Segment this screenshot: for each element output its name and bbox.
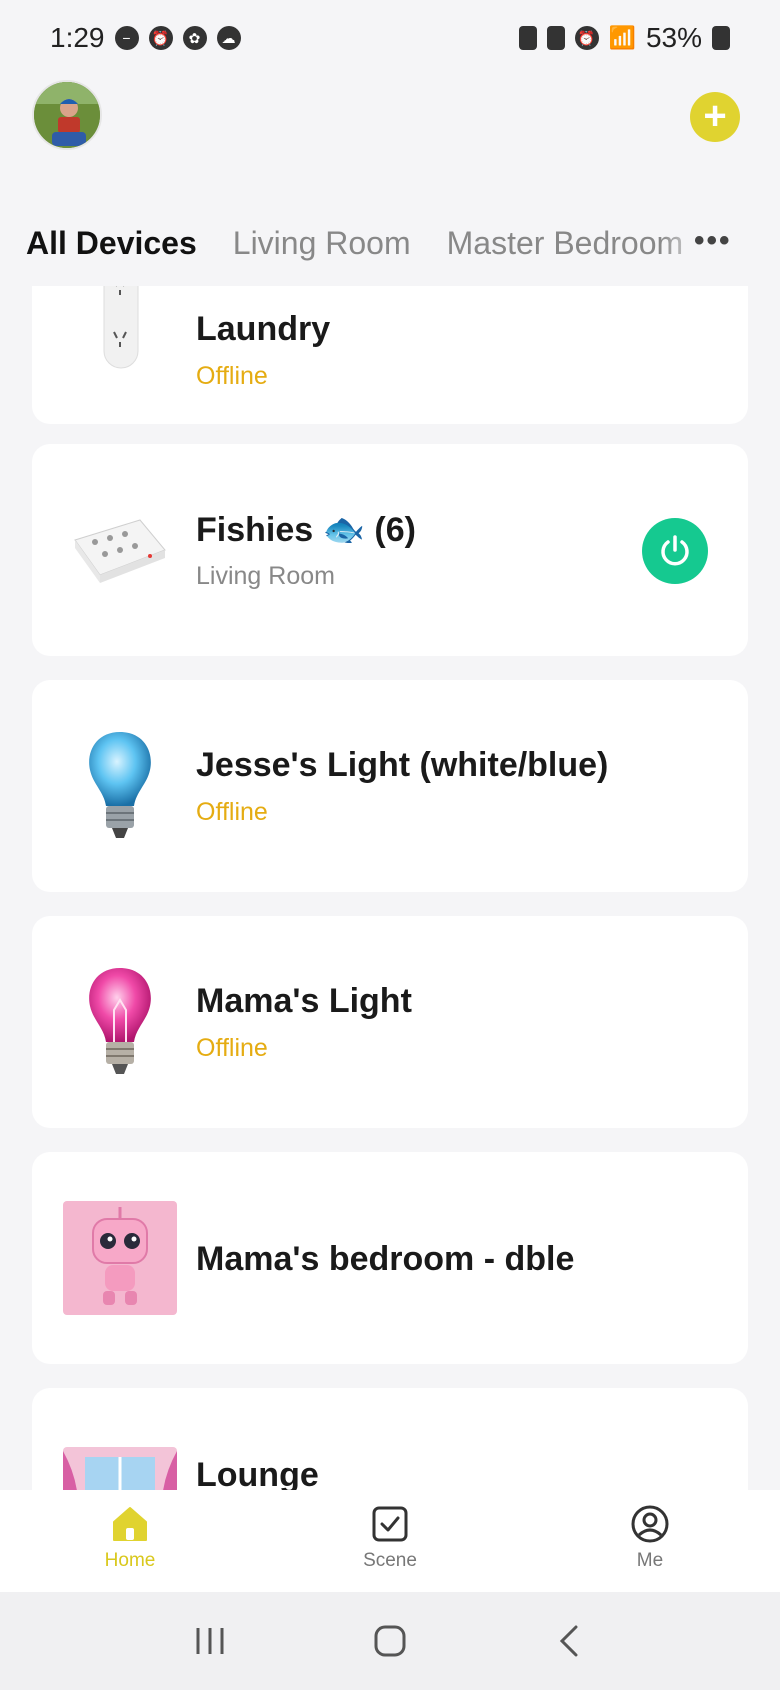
home-button-icon[interactable] xyxy=(372,1623,408,1659)
nav-home[interactable]: Home xyxy=(0,1490,260,1592)
device-room: Living Room xyxy=(196,562,335,590)
pink-robot-image xyxy=(62,1200,178,1316)
bottom-nav: Home Scene Me xyxy=(0,1490,780,1592)
add-device-button[interactable]: + xyxy=(690,92,740,142)
tab-master-bedroom[interactable]: Master Bedroom xyxy=(447,225,684,262)
power-toggle-button[interactable] xyxy=(642,518,708,584)
tab-living-room[interactable]: Living Room xyxy=(233,225,411,262)
dnd-icon: − xyxy=(114,26,139,50)
status-left: 1:29 − ⏰ ✿ ☁ xyxy=(50,22,241,54)
device-name: Mama's bedroom - dble xyxy=(196,1240,575,1278)
avatar[interactable] xyxy=(32,80,102,150)
battery-saver-icon xyxy=(518,26,537,50)
power-strip-icon xyxy=(62,492,178,608)
device-name: Laundry xyxy=(196,310,331,348)
system-nav-bar xyxy=(0,1592,780,1690)
more-tabs-icon[interactable]: ••• xyxy=(694,224,732,258)
wifi-icon: 📶 xyxy=(608,25,636,50)
status-bar: 1:29 − ⏰ ✿ ☁ ⏰ 📶 53% xyxy=(0,0,780,76)
clock: 1:29 xyxy=(50,22,105,53)
power-strip-vertical-icon xyxy=(62,286,178,376)
device-name: Jesse's Light (white/blue) xyxy=(196,746,609,784)
device-status: Offline xyxy=(196,798,268,826)
nav-scene-label: Scene xyxy=(363,1550,417,1571)
recent-apps-icon[interactable] xyxy=(192,1624,228,1658)
device-name: Fishies 🐟 (6) xyxy=(196,511,416,549)
battery-icon xyxy=(712,26,730,50)
nav-me-label: Me xyxy=(636,1550,664,1571)
nav-home-label: Home xyxy=(104,1550,156,1571)
book-icon xyxy=(546,26,565,50)
profile-icon xyxy=(631,1505,669,1543)
device-status: Offline xyxy=(196,1034,268,1062)
status-right: ⏰ 📶 53% xyxy=(518,22,730,54)
scene-check-icon xyxy=(372,1506,408,1542)
device-card-mamas-light[interactable]: Mama's Light Offline xyxy=(32,916,748,1128)
tab-all-devices[interactable]: All Devices xyxy=(26,225,197,262)
nav-scene[interactable]: Scene xyxy=(260,1490,520,1592)
avatar-photo xyxy=(34,82,100,148)
device-card-fishies[interactable]: Fishies 🐟 (6) Living Room xyxy=(32,444,748,656)
blue-bulb-icon xyxy=(62,728,178,844)
app-notification-icon: ✿ xyxy=(182,26,207,50)
device-card-lounge[interactable]: Lounge xyxy=(32,1388,748,1490)
device-name: Lounge xyxy=(196,1456,319,1490)
device-status: Offline xyxy=(196,362,268,390)
alarm-icon: ⏰ xyxy=(148,26,173,50)
device-card-mamas-bedroom[interactable]: Mama's bedroom - dble xyxy=(32,1152,748,1364)
room-tabs: All Devices Living Room Master Bedroom •… xyxy=(0,200,780,286)
device-name: Mama's Light xyxy=(196,982,412,1020)
alarm-icon: ⏰ xyxy=(574,26,599,50)
device-card-laundry[interactable]: Laundry Offline xyxy=(32,286,748,424)
nav-me[interactable]: Me xyxy=(520,1490,780,1592)
plus-icon: + xyxy=(703,93,727,138)
back-icon[interactable] xyxy=(552,1623,588,1659)
device-card-jesses-light[interactable]: Jesse's Light (white/blue) Offline xyxy=(32,680,748,892)
lounge-window-image xyxy=(62,1446,178,1490)
device-list[interactable]: Laundry Offline Fishies 🐟 (6) Living Roo… xyxy=(0,286,780,1490)
header: + xyxy=(0,76,780,196)
battery-percent: 53% xyxy=(645,22,702,53)
pink-bulb-icon xyxy=(62,964,178,1080)
cloud-icon: ☁ xyxy=(216,26,241,50)
power-icon xyxy=(661,535,689,566)
home-icon xyxy=(113,1507,147,1541)
